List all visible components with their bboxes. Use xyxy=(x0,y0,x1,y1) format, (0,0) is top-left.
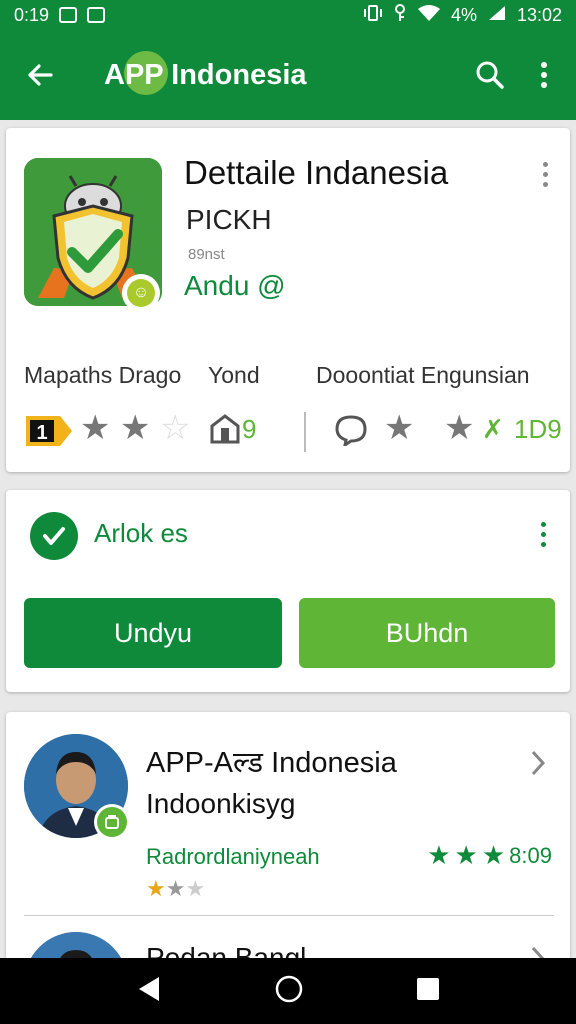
signal-icon xyxy=(487,4,507,27)
star-icon: ★ xyxy=(120,409,151,447)
actions-menu-icon[interactable] xyxy=(541,522,546,547)
vibrate-icon xyxy=(363,4,383,27)
app-subtitle: PICKH xyxy=(186,204,272,235)
overflow-menu-icon[interactable] xyxy=(526,57,562,93)
star-icon: ★ xyxy=(384,409,415,447)
card-menu-icon[interactable] xyxy=(540,162,550,187)
notification-icon xyxy=(59,7,78,23)
app-title: Dettaile Indanesia xyxy=(184,154,449,191)
stat-label-2: Yond xyxy=(208,362,260,388)
status-clock: 13:02 xyxy=(516,4,562,25)
app-bar-title: APP Indonesia xyxy=(104,50,307,95)
list-item-developer: Radrordlaniyneah xyxy=(146,844,320,869)
app-bar: APP Indonesia xyxy=(0,30,576,120)
rank-badge-icon: 1 xyxy=(24,412,74,455)
stat-label-1: Mapaths Drago xyxy=(24,362,182,388)
status-time: 0:19 xyxy=(14,4,50,25)
stat-value-left: 9 xyxy=(242,414,257,444)
stats-divider xyxy=(304,412,306,452)
app-details-card: ☺ Dettaile Indanesia PICKH 89nst Andu @ … xyxy=(6,128,570,472)
stat-value-right: 1D9 xyxy=(514,414,562,444)
wifi-icon xyxy=(417,4,441,27)
secondary-button[interactable]: BUhdn xyxy=(299,598,555,668)
avatar-badge-icon xyxy=(94,804,130,840)
checkmark-icon xyxy=(30,512,78,560)
battery-percent: 4% xyxy=(450,4,477,25)
status-bar: 0:19 4% 13:02 xyxy=(0,0,576,30)
app-developer-link[interactable]: Andu @ xyxy=(184,270,286,302)
svg-text:1: 1 xyxy=(36,422,47,444)
list-item-rating: ★ ★ ★ 8:09 xyxy=(427,840,552,871)
rating-value: 8:09 xyxy=(509,842,552,868)
comment-icon xyxy=(334,414,368,451)
star-icon: ★ xyxy=(454,840,478,870)
stat-label-3: Dooontiat Engunsian xyxy=(316,362,530,388)
primary-button[interactable]: Undyu xyxy=(24,598,282,668)
system-nav-bar xyxy=(0,958,576,1024)
app-small-text: 89nst xyxy=(188,246,225,263)
back-arrow-icon[interactable] xyxy=(22,57,58,93)
list-divider xyxy=(24,915,554,916)
trend-icon: ✗ xyxy=(482,414,504,444)
chevron-right-icon[interactable] xyxy=(528,748,548,778)
verified-badge-icon: ☺ xyxy=(124,276,158,310)
related-apps-card: APP-Aल्ड Indonesia Indoonkisyg Radrordla… xyxy=(6,712,570,1024)
star-icon: ★ xyxy=(80,409,111,447)
list-item-title: APP-Aल्ड Indonesia xyxy=(146,747,397,779)
message-icon xyxy=(87,7,106,23)
install-actions-card: Arlok es Undyu BUhdn xyxy=(6,490,570,692)
key-icon xyxy=(393,3,407,27)
list-item-subtitle: Indoonkisyg xyxy=(146,788,296,819)
home-icon[interactable] xyxy=(274,974,304,1009)
recents-icon[interactable] xyxy=(415,976,441,1007)
search-icon[interactable] xyxy=(472,57,508,93)
star-icon: ★ xyxy=(444,409,475,447)
star-icon: ★ xyxy=(481,840,506,870)
back-icon[interactable] xyxy=(135,975,163,1008)
install-status-label: Arlok es xyxy=(94,518,188,548)
star-icon: ★ xyxy=(427,840,451,870)
stats-row: 1 ★ ★ ☆ 9 ★ ★ ✗ 1D9 xyxy=(24,408,564,454)
download-icon xyxy=(210,414,240,449)
small-rating-stars: ★★★ xyxy=(146,876,206,901)
star-empty-icon: ☆ xyxy=(160,409,191,447)
